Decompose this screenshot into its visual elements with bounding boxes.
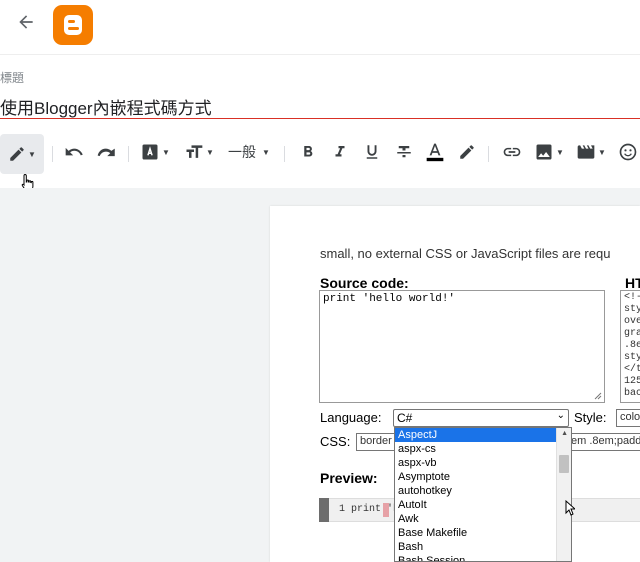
html-line: sty <box>624 352 640 363</box>
title-input[interactable]: 使用Blogger內嵌程式碼方式 <box>0 94 212 119</box>
chevron-down-icon: ▼ <box>262 147 270 157</box>
link-icon <box>503 147 521 157</box>
video-button[interactable]: ▼ <box>574 134 608 170</box>
html-line: ove <box>624 316 640 327</box>
toolbar-divider <box>128 146 129 162</box>
dropdown-option[interactable]: aspx-cs <box>395 442 556 456</box>
font-button[interactable]: ▼ <box>138 134 172 170</box>
style-label: Style: <box>574 410 607 425</box>
formatting-toolbar: ▼ ▼ ▼ 一般 ▼ ▼ ▼ <box>0 130 640 180</box>
blogger-logo-icon <box>64 15 82 35</box>
dropdown-option[interactable]: AspectJ <box>395 428 556 442</box>
css-label: CSS: <box>320 434 351 449</box>
toolbar-divider <box>52 146 53 162</box>
header-divider <box>0 54 640 55</box>
text-color-button[interactable] <box>423 134 447 170</box>
scroll-up-arrow-icon[interactable]: ▲ <box>561 430 568 437</box>
title-label: 標題 <box>0 71 25 85</box>
chevron-down-icon: ▼ <box>556 147 564 157</box>
dropdown-option[interactable]: autohotkey <box>395 484 556 498</box>
source-code-text: print 'hello world!' <box>323 293 456 305</box>
pencil-icon <box>10 147 24 161</box>
dropdown-option[interactable]: Asymptote <box>395 470 556 484</box>
dropdown-option[interactable]: Bash Session <box>395 554 556 561</box>
redo-icon <box>97 148 115 157</box>
font-icon <box>142 144 158 160</box>
compose-mode-button[interactable]: ▼ <box>0 134 44 174</box>
dropdown-option[interactable]: Awk <box>395 512 556 526</box>
chevron-down-icon: ▼ <box>598 147 606 157</box>
dropdown-option[interactable]: aspx-vb <box>395 456 556 470</box>
image-icon <box>536 144 552 160</box>
undo-button[interactable] <box>60 134 88 170</box>
emoji-button[interactable] <box>616 134 640 170</box>
strikethrough-button[interactable] <box>392 134 416 170</box>
html-output-textarea[interactable]: <!- sty ove gra .8e sty </t 125 bac <box>620 290 640 403</box>
toolbar-divider <box>488 146 489 162</box>
html-line: bac <box>624 388 640 399</box>
html-line: .8e <box>624 340 640 351</box>
chevron-down-icon: ▼ <box>206 147 214 157</box>
dropdown-option[interactable]: Base Makefile <box>395 526 556 540</box>
html-label: HT <box>625 275 640 291</box>
undo-icon <box>65 147 83 156</box>
css-input[interactable]: border <box>356 433 396 451</box>
chevron-down-icon: ▼ <box>28 149 36 159</box>
dropdown-option[interactable]: AutoIt <box>395 498 556 512</box>
dropdown-option[interactable]: Bash <box>395 540 556 554</box>
underline-icon <box>366 145 378 159</box>
chevron-down-icon: ⌄ <box>556 410 565 421</box>
image-button[interactable]: ▼ <box>532 134 566 170</box>
title-underline <box>0 118 640 119</box>
italic-button[interactable] <box>328 134 352 170</box>
link-button[interactable] <box>500 134 524 170</box>
text-size-button[interactable]: ▼ <box>182 134 216 170</box>
redo-button[interactable] <box>92 134 120 170</box>
source-code-textarea[interactable]: print 'hello world!' <box>319 290 605 403</box>
language-dropdown-list[interactable]: AspectJ aspx-cs aspx-vb Asymptote autoho… <box>394 427 572 562</box>
css-input-end[interactable]: em .8em;paddi <box>567 433 640 451</box>
body-text-partial: small, no external CSS or JavaScript fil… <box>320 246 611 261</box>
scrollbar-thumb[interactable] <box>559 455 569 473</box>
html-line: </t <box>624 364 640 375</box>
highlight-button[interactable] <box>455 134 479 170</box>
back-button[interactable] <box>12 8 40 36</box>
video-icon <box>577 145 595 159</box>
strikethrough-icon <box>397 146 411 158</box>
html-line: 125 <box>624 376 640 387</box>
text-size-icon <box>186 145 203 158</box>
arrow-left-icon <box>19 15 33 29</box>
language-select[interactable]: C# ⌄ <box>393 409 569 427</box>
bold-button[interactable] <box>296 134 320 170</box>
html-line: gra <box>624 328 640 339</box>
underline-button[interactable] <box>360 134 384 170</box>
resize-handle-icon[interactable] <box>594 392 602 400</box>
preview-label: Preview: <box>320 470 378 486</box>
preview-code: 1 print 'h <box>339 504 400 515</box>
text-color-icon <box>426 143 444 162</box>
source-code-label: Source code: <box>320 275 409 291</box>
paragraph-style-label: 一般 <box>228 144 257 160</box>
toolbar-divider <box>284 146 285 162</box>
highlight-icon <box>460 145 474 159</box>
html-line: <!- <box>624 292 640 303</box>
emoji-icon <box>619 143 637 161</box>
preview-gutter <box>319 498 329 522</box>
blogger-logo[interactable] <box>53 5 93 45</box>
html-line: sty <box>624 304 640 315</box>
chevron-down-icon: ▼ <box>162 147 170 157</box>
italic-icon <box>335 146 345 157</box>
paragraph-style-dropdown[interactable]: 一般 ▼ <box>224 134 274 170</box>
dropdown-scrollbar[interactable]: ▲ <box>556 428 571 561</box>
style-select[interactable]: colo <box>616 409 640 427</box>
language-label: Language: <box>320 410 382 425</box>
arrow-cursor-icon <box>565 500 575 516</box>
bold-icon <box>304 146 313 157</box>
language-value: C# <box>397 411 413 425</box>
